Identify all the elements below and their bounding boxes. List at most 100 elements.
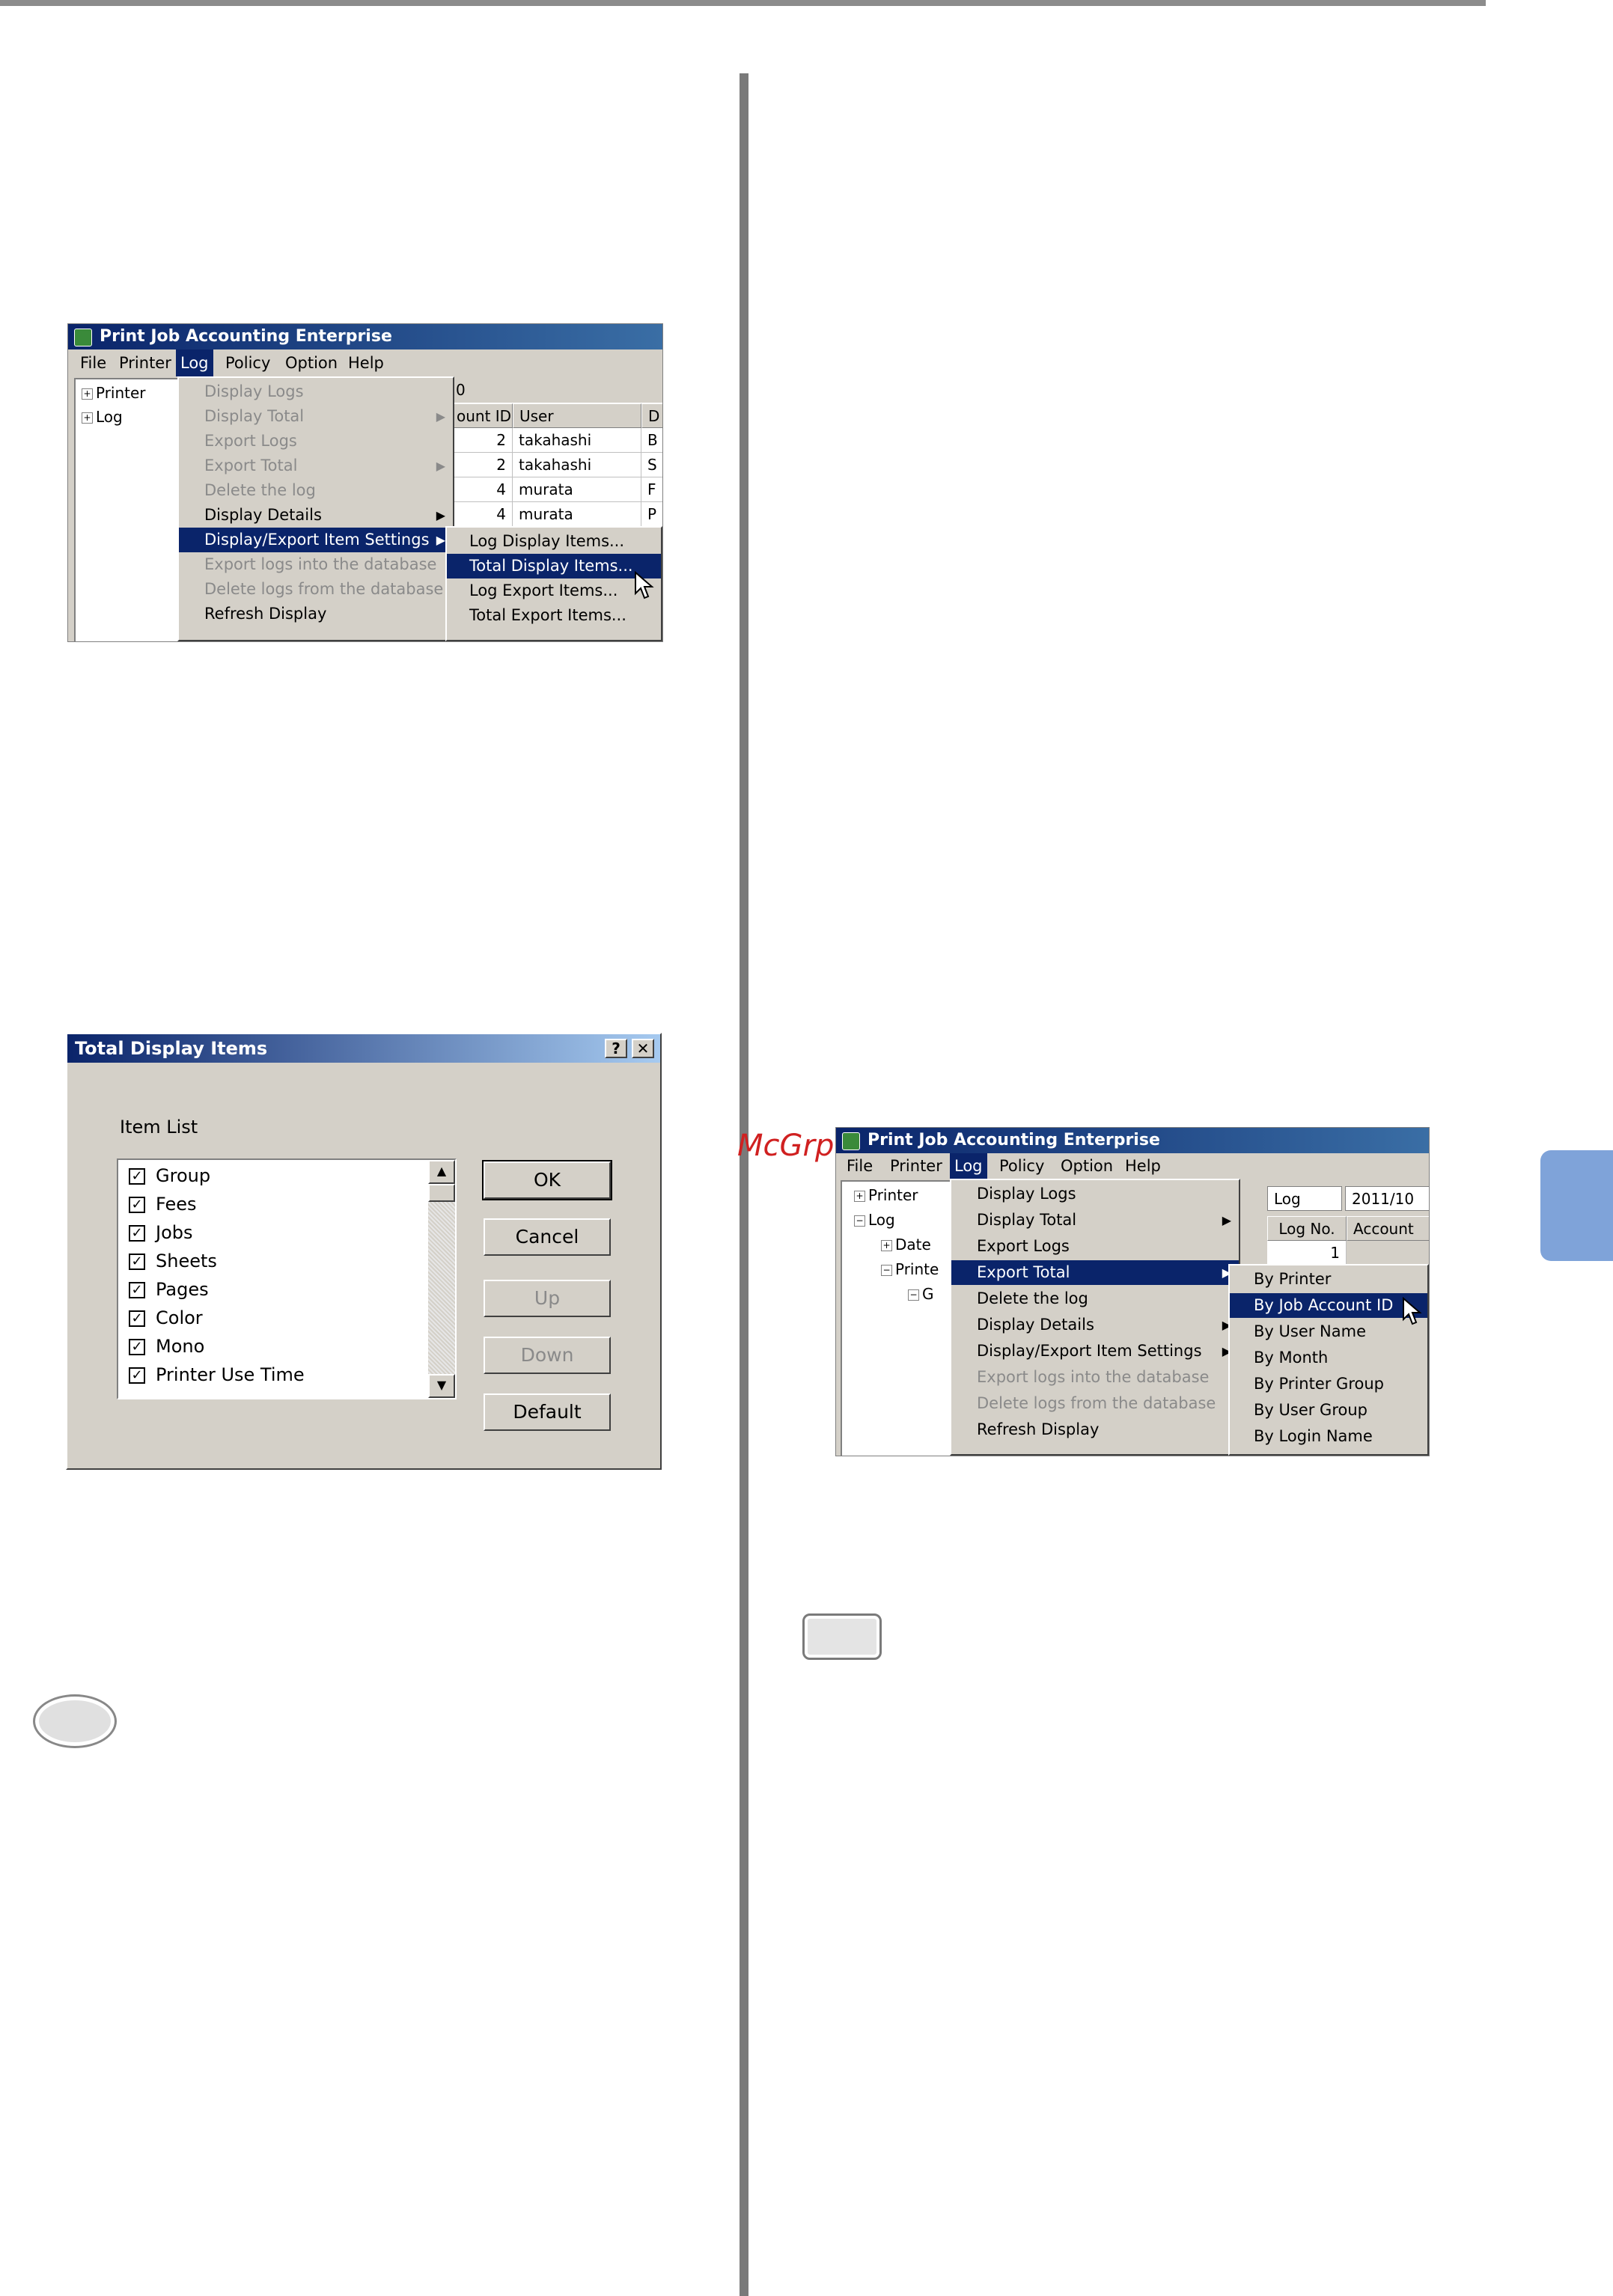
help-button[interactable]: ? bbox=[605, 1039, 627, 1058]
checkbox[interactable]: ✓ bbox=[129, 1254, 145, 1270]
menu-log[interactable]: Log bbox=[950, 1153, 987, 1179]
expand-icon[interactable]: + bbox=[854, 1191, 865, 1202]
item-settings-submenu: Log Display Items... Total Display Items… bbox=[445, 526, 662, 641]
menu-item-delete-db[interactable]: Delete logs from the database bbox=[179, 577, 453, 602]
menu-item-display-export-settings[interactable]: Display/Export Item Settings ▶ bbox=[951, 1339, 1239, 1364]
menu-item-delete-db[interactable]: Delete logs from the database bbox=[951, 1391, 1239, 1416]
menu-item-refresh-display[interactable]: Refresh Display bbox=[951, 1417, 1239, 1442]
menu-item-export-db[interactable]: Export logs into the database bbox=[179, 552, 453, 577]
ok-button[interactable]: OK bbox=[482, 1160, 612, 1200]
scrollbar[interactable]: ▲ ▼ bbox=[428, 1160, 455, 1398]
grid-col-header[interactable]: ount ID bbox=[450, 403, 513, 428]
menu-file[interactable]: File bbox=[842, 1153, 877, 1179]
submenu-item-by-printer[interactable]: By Printer bbox=[1230, 1267, 1427, 1292]
menu-item-export-db[interactable]: Export logs into the database bbox=[951, 1365, 1239, 1390]
menu-item-display-logs[interactable]: Display Logs bbox=[179, 379, 453, 404]
menu-printer[interactable]: Printer bbox=[115, 349, 176, 376]
default-button[interactable]: Default bbox=[484, 1393, 611, 1431]
down-button[interactable]: Down bbox=[484, 1337, 611, 1374]
submenu-item-by-job-account-id[interactable]: By Job Account ID bbox=[1230, 1293, 1427, 1318]
list-item-jobs[interactable]: ✓ Jobs bbox=[129, 1218, 193, 1247]
list-item-pages[interactable]: ✓ Pages bbox=[129, 1275, 209, 1304]
menu-item-display-logs[interactable]: Display Logs bbox=[951, 1182, 1239, 1206]
checkbox[interactable]: ✓ bbox=[129, 1197, 145, 1213]
list-item-group[interactable]: ✓ Group bbox=[129, 1161, 210, 1190]
checkbox[interactable]: ✓ bbox=[129, 1339, 145, 1355]
grid-col-header[interactable]: Account bbox=[1347, 1216, 1429, 1241]
tree-node-log[interactable]: + Log bbox=[82, 408, 123, 426]
menu-printer[interactable]: Printer bbox=[885, 1153, 947, 1179]
menu-policy[interactable]: Policy bbox=[995, 1153, 1049, 1179]
menu-item-export-logs[interactable]: Export Logs bbox=[179, 429, 453, 454]
submenu-item-by-login-name[interactable]: By Login Name bbox=[1230, 1424, 1427, 1449]
list-item-sheets[interactable]: ✓ Sheets bbox=[129, 1247, 217, 1275]
checkbox[interactable]: ✓ bbox=[129, 1168, 145, 1185]
up-button[interactable]: Up bbox=[484, 1280, 611, 1317]
menu-file[interactable]: File bbox=[76, 349, 111, 376]
tree-node-printer-group[interactable]: − Printe bbox=[881, 1260, 939, 1278]
submenu-item-by-user-name[interactable]: By User Name bbox=[1230, 1319, 1427, 1344]
menu-help[interactable]: Help bbox=[1120, 1153, 1165, 1179]
expand-icon[interactable]: + bbox=[881, 1240, 892, 1251]
tree-node-date[interactable]: + Date bbox=[881, 1236, 931, 1254]
close-button[interactable]: ✕ bbox=[632, 1039, 654, 1058]
collapse-icon[interactable]: − bbox=[881, 1265, 892, 1276]
expand-icon[interactable]: + bbox=[82, 388, 93, 400]
checkbox[interactable]: ✓ bbox=[129, 1225, 145, 1242]
menu-item-export-total[interactable]: Export Total ▶ bbox=[951, 1260, 1239, 1285]
menu-item-delete-log[interactable]: Delete the log bbox=[951, 1286, 1239, 1311]
menu-item-display-total[interactable]: Display Total ▶ bbox=[179, 404, 453, 429]
menu-item-delete-log[interactable]: Delete the log bbox=[179, 478, 453, 503]
submenu-item-total-display[interactable]: Total Display Items... bbox=[447, 554, 661, 578]
submenu-item-by-printer-group[interactable]: By Printer Group bbox=[1230, 1372, 1427, 1396]
window-title: Print Job Accounting Enterprise bbox=[100, 327, 392, 346]
grid-col-header[interactable]: User bbox=[513, 403, 641, 428]
checkbox[interactable]: ✓ bbox=[129, 1310, 145, 1327]
menu-help[interactable]: Help bbox=[344, 349, 388, 376]
submenu-item-log-export[interactable]: Log Export Items... bbox=[447, 578, 661, 603]
menu-option[interactable]: Option bbox=[1056, 1153, 1117, 1179]
submenu-arrow-icon: ▶ bbox=[1222, 1213, 1231, 1227]
checkbox[interactable]: ✓ bbox=[129, 1282, 145, 1298]
tree-node-log[interactable]: − Log bbox=[854, 1211, 895, 1229]
tree-node-printer[interactable]: + Printer bbox=[854, 1186, 918, 1204]
grid-cell: takahashi bbox=[513, 428, 641, 453]
list-item-printer-use-time[interactable]: ✓ Printer Use Time bbox=[129, 1361, 305, 1389]
menu-item-export-logs[interactable]: Export Logs bbox=[951, 1234, 1239, 1259]
submenu-item-log-display[interactable]: Log Display Items... bbox=[447, 529, 661, 554]
log-dropdown-menu: Display Logs Display Total ▶ Export Logs … bbox=[950, 1179, 1240, 1456]
list-item-mono[interactable]: ✓ Mono bbox=[129, 1332, 204, 1361]
grid-col-header[interactable]: D bbox=[641, 403, 662, 428]
menu-item-refresh-display[interactable]: Refresh Display bbox=[179, 602, 453, 626]
menu-item-display-export-settings[interactable]: Display/Export Item Settings ▶ bbox=[179, 528, 453, 552]
grid-cell: 4 bbox=[450, 477, 513, 502]
grid-col-header[interactable]: Log No. bbox=[1267, 1216, 1347, 1241]
cancel-button[interactable]: Cancel bbox=[484, 1218, 611, 1256]
submenu-item-by-user-group[interactable]: By User Group bbox=[1230, 1398, 1427, 1423]
collapse-icon[interactable]: − bbox=[908, 1289, 919, 1301]
expand-icon[interactable]: + bbox=[82, 412, 93, 424]
scroll-down-icon[interactable]: ▼ bbox=[428, 1374, 455, 1398]
grid-cell: 4 bbox=[450, 502, 513, 527]
menu-option[interactable]: Option bbox=[281, 349, 342, 376]
menu-item-display-details[interactable]: Display Details ▶ bbox=[179, 503, 453, 528]
window-title: Print Job Accounting Enterprise bbox=[868, 1131, 1160, 1149]
collapse-icon[interactable]: − bbox=[854, 1215, 865, 1227]
menu-item-display-details[interactable]: Display Details ▶ bbox=[951, 1313, 1239, 1337]
submenu-item-total-export[interactable]: Total Export Items... bbox=[447, 603, 661, 628]
submenu-arrow-icon: ▶ bbox=[436, 533, 445, 547]
list-item-color[interactable]: ✓ Color bbox=[129, 1304, 203, 1332]
submenu-arrow-icon: ▶ bbox=[436, 409, 445, 424]
tree-node-group[interactable]: − G bbox=[908, 1285, 934, 1303]
submenu-item-by-month[interactable]: By Month bbox=[1230, 1346, 1427, 1370]
menu-item-display-total[interactable]: Display Total ▶ bbox=[951, 1208, 1239, 1233]
scroll-thumb[interactable] bbox=[428, 1184, 455, 1202]
scroll-up-icon[interactable]: ▲ bbox=[428, 1160, 455, 1184]
list-item-fees[interactable]: ✓ Fees bbox=[129, 1190, 197, 1218]
checkbox[interactable]: ✓ bbox=[129, 1367, 145, 1384]
menu-policy[interactable]: Policy bbox=[221, 349, 275, 376]
menu-log[interactable]: Log bbox=[176, 349, 213, 376]
tree-node-printer[interactable]: + Printer bbox=[82, 384, 146, 402]
menu-item-export-total[interactable]: Export Total ▶ bbox=[179, 454, 453, 478]
app-window-1: Print Job Accounting Enterprise File Pri… bbox=[67, 323, 663, 642]
